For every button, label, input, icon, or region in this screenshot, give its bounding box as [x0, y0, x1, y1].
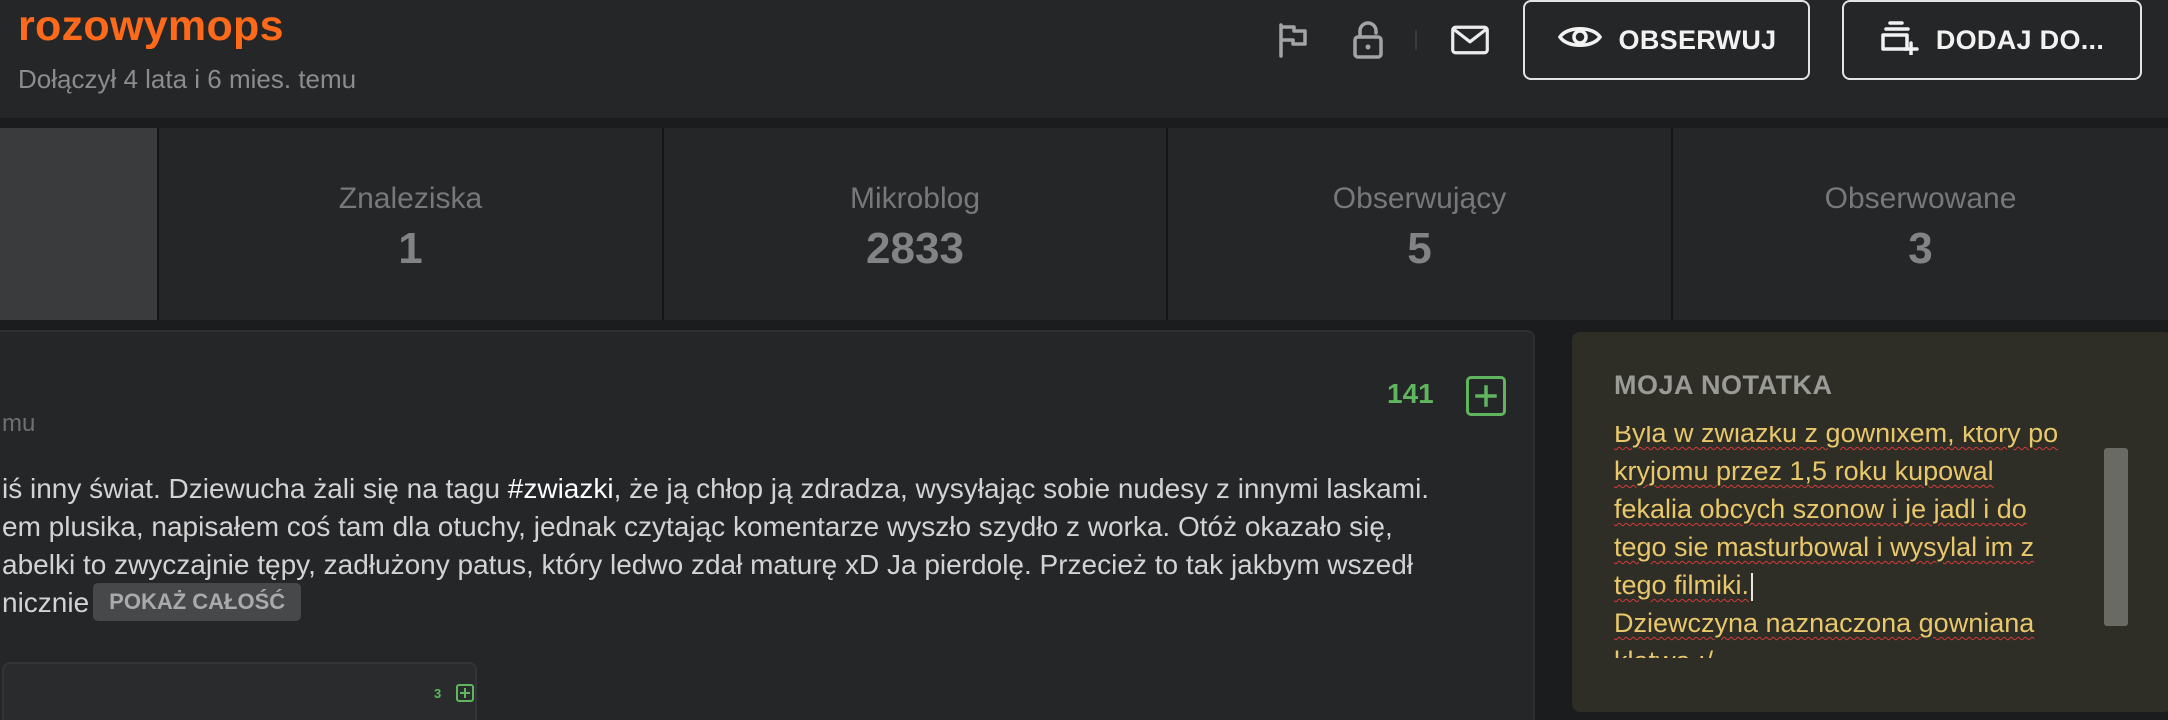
post-line: iś inny świat. Dziewucha żali się na tag…	[2, 470, 1522, 508]
note-text: Byla w zwiazku z gownixem, ktory po kryj…	[1614, 426, 2114, 658]
post-line: nicznie POKAŻ CAŁOŚĆ	[2, 582, 1522, 624]
comment-upvote-button[interactable]	[456, 684, 474, 702]
stat-value: 3	[1908, 224, 1933, 273]
my-note-panel: MOJA NOTATKA Byla w zwiazku z gownixem, …	[1572, 332, 2168, 712]
note-line: kryjomu przez 1,5 roku kupowal	[1614, 456, 1994, 486]
comment-vote-count: 3	[434, 686, 442, 701]
profile-username[interactable]: rozowymops	[18, 2, 284, 51]
mail-icon[interactable]	[1450, 20, 1490, 60]
note-line-text: tego filmiki.	[1614, 570, 1750, 600]
add-to-button[interactable]: DODAJ DO...	[1842, 0, 2142, 80]
microblog-post: mu 141 iś inny świat. Dziewucha żali się…	[0, 330, 1535, 720]
stat-obserwowane[interactable]: Obserwowane 3	[1671, 128, 2168, 320]
show-all-button[interactable]: POKAŻ CAŁOŚĆ	[93, 582, 302, 621]
note-line: tego filmiki.	[1614, 566, 2114, 604]
text-caret	[1751, 572, 1754, 601]
post-tag-link[interactable]: #zwiazki	[508, 473, 614, 504]
comment-card: 3	[2, 662, 477, 720]
stat-label: Znaleziska	[338, 182, 483, 215]
note-scrollbar-thumb[interactable]	[2104, 448, 2128, 626]
note-line: fekalia obcych szonow i je jadl i do	[1614, 494, 2027, 524]
upvote-button[interactable]	[1466, 376, 1506, 416]
lock-icon[interactable]	[1348, 20, 1388, 60]
stat-label: Mikroblog	[849, 182, 981, 215]
post-line: abelki to zwyczajnie tępy, zadłużony pat…	[2, 549, 1414, 580]
post-body: iś inny świat. Dziewucha żali się na tag…	[2, 470, 1522, 624]
note-line: klatwa :/	[1614, 642, 2114, 658]
profile-joined-date: Dołączył 4 lata i 6 mies. temu	[18, 64, 357, 94]
stat-mikroblog[interactable]: Mikroblog 2833	[662, 128, 1166, 320]
plus-icon	[1475, 385, 1497, 407]
note-title: MOJA NOTATKA	[1614, 370, 1833, 400]
note-line: tego sie masturbowal i wysylal im z	[1614, 532, 2035, 562]
profile-header: rozowymops Dołączył 4 lata i 6 mies. tem…	[0, 0, 2168, 118]
add-to-list-icon	[1880, 19, 1920, 62]
post-text-segment: nicznie	[2, 587, 90, 618]
profile-page: rozowymops Dołączył 4 lata i 6 mies. tem…	[0, 0, 2168, 720]
add-to-button-label: DODAJ DO...	[1935, 24, 2105, 55]
profile-stats-bar: Znaleziska 1 Mikroblog 2833 Obserwujący …	[0, 128, 2168, 320]
post-text-segment: , że ją chłop ją zdradza, wysyłając sobi…	[613, 473, 1430, 504]
follow-button-label: OBSERWUJ	[1618, 24, 1777, 55]
flag-icon[interactable]	[1273, 20, 1313, 60]
stats-active-tab-block[interactable]	[0, 128, 157, 320]
post-text-segment: iś inny świat. Dziewucha żali się na tag…	[2, 473, 508, 504]
stat-value: 5	[1407, 224, 1432, 273]
follow-button[interactable]: OBSERWUJ	[1523, 0, 1810, 80]
header-separator	[1415, 30, 1417, 50]
post-vote-count: 141	[1387, 378, 1434, 409]
plus-icon	[460, 688, 470, 698]
stat-value: 1	[398, 224, 423, 273]
note-line: Dziewczyna naznaczona gowniana	[1614, 608, 2035, 638]
note-textarea[interactable]: Byla w zwiazku z gownixem, ktory po kryj…	[1614, 426, 2154, 658]
post-time: mu	[2, 410, 36, 437]
stat-value: 2833	[866, 224, 964, 273]
stat-znaleziska[interactable]: Znaleziska 1	[157, 128, 662, 320]
note-line: Byla w zwiazku z gownixem, ktory po	[1614, 426, 2059, 448]
stat-label: Obserwowane	[1824, 182, 2017, 215]
eye-icon	[1557, 22, 1603, 59]
post-line: em plusika, napisałem coś tam dla otuchy…	[2, 511, 1393, 542]
stat-label: Obserwujący	[1332, 182, 1507, 215]
stat-obserwujacy[interactable]: Obserwujący 5	[1166, 128, 1671, 320]
